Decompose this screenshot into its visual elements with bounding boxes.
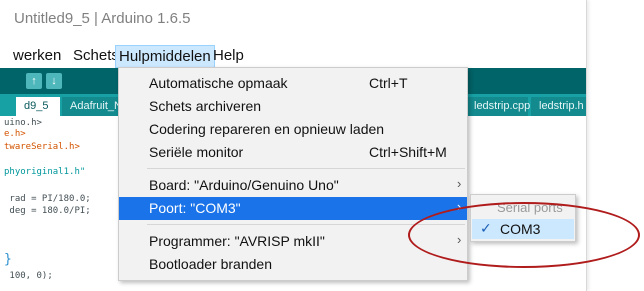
menu-item-board[interactable]: Board: "Arduino/Genuino Uno" ›	[119, 174, 467, 197]
port-option-label: COM3	[500, 221, 541, 237]
menu-item-label: Automatische opmaak	[149, 75, 288, 91]
port-submenu: Serial ports ✓ COM3	[470, 194, 576, 242]
menu-item-label: Bootloader branden	[149, 256, 272, 272]
code-line: deg = 180.0/PI;	[4, 206, 91, 216]
menu-item-label: Programmer: "AVRISP mkII"	[149, 233, 325, 249]
window-title: Untitled9_5 | Arduino 1.6.5	[14, 10, 191, 27]
menu-item-label: Poort: "COM3"	[149, 200, 241, 216]
menu-item-label: Schets archiveren	[149, 98, 262, 114]
submenu-arrow-icon: ›	[457, 176, 462, 191]
menu-item-port[interactable]: Poort: "COM3" ›	[119, 197, 467, 220]
menu-bar: werken Schets Hulpmiddelen Help	[0, 45, 586, 68]
code-line: rad = PI/180.0;	[4, 194, 91, 204]
menu-separator	[147, 168, 465, 169]
menu-hulpmiddelen[interactable]: Hulpmiddelen	[115, 45, 215, 68]
tab-ledstrip-cpp[interactable]: ledstrip.cpp	[466, 97, 530, 116]
submenu-arrow-icon: ›	[457, 199, 462, 214]
hulpmiddelen-menu: Automatische opmaak Ctrl+T Schets archiv…	[118, 67, 468, 281]
tab-sketch[interactable]: d9_5	[16, 97, 60, 116]
tab-ledstrip-h[interactable]: ledstrip.h	[531, 97, 586, 116]
code-line: uino.h>	[4, 118, 42, 128]
code-line: e.h>	[4, 129, 26, 139]
code-line: twareSerial.h>	[4, 142, 80, 152]
title-bar: Untitled9_5 | Arduino 1.6.5	[0, 0, 586, 44]
save-icon[interactable]: ↓	[46, 73, 62, 89]
menu-werken[interactable]: werken	[10, 45, 64, 67]
upload-icon[interactable]: ↑	[26, 73, 42, 89]
port-option-com3[interactable]: ✓ COM3	[472, 219, 574, 239]
menu-separator	[147, 224, 465, 225]
tab-adafruit[interactable]: Adafruit_N	[62, 97, 122, 116]
menu-item-archive-sketch[interactable]: Schets archiveren	[119, 95, 467, 118]
menu-item-programmer[interactable]: Programmer: "AVRISP mkII" ›	[119, 230, 467, 253]
menu-item-fix-encoding[interactable]: Codering repareren en opnieuw laden	[119, 118, 467, 141]
menu-help[interactable]: Help	[210, 45, 247, 67]
submenu-header: Serial ports	[497, 200, 563, 215]
menu-item-shortcut: Ctrl+Shift+M	[369, 144, 447, 160]
submenu-arrow-icon: ›	[457, 232, 462, 247]
menu-item-serial-monitor[interactable]: Seriële monitor Ctrl+Shift+M	[119, 141, 467, 164]
menu-item-burn-bootloader[interactable]: Bootloader branden	[119, 253, 467, 276]
code-line: phyoriginal1.h"	[4, 167, 86, 177]
menu-item-label: Seriële monitor	[149, 144, 244, 160]
menu-item-shortcut: Ctrl+T	[369, 75, 408, 91]
menu-item-auto-format[interactable]: Automatische opmaak Ctrl+T	[119, 72, 467, 95]
check-icon: ✓	[480, 220, 492, 236]
menu-item-label: Codering repareren en opnieuw laden	[149, 121, 385, 137]
menu-item-label: Board: "Arduino/Genuino Uno"	[149, 177, 339, 193]
code-line: }	[4, 252, 12, 267]
code-line: 100, 0);	[4, 271, 53, 281]
